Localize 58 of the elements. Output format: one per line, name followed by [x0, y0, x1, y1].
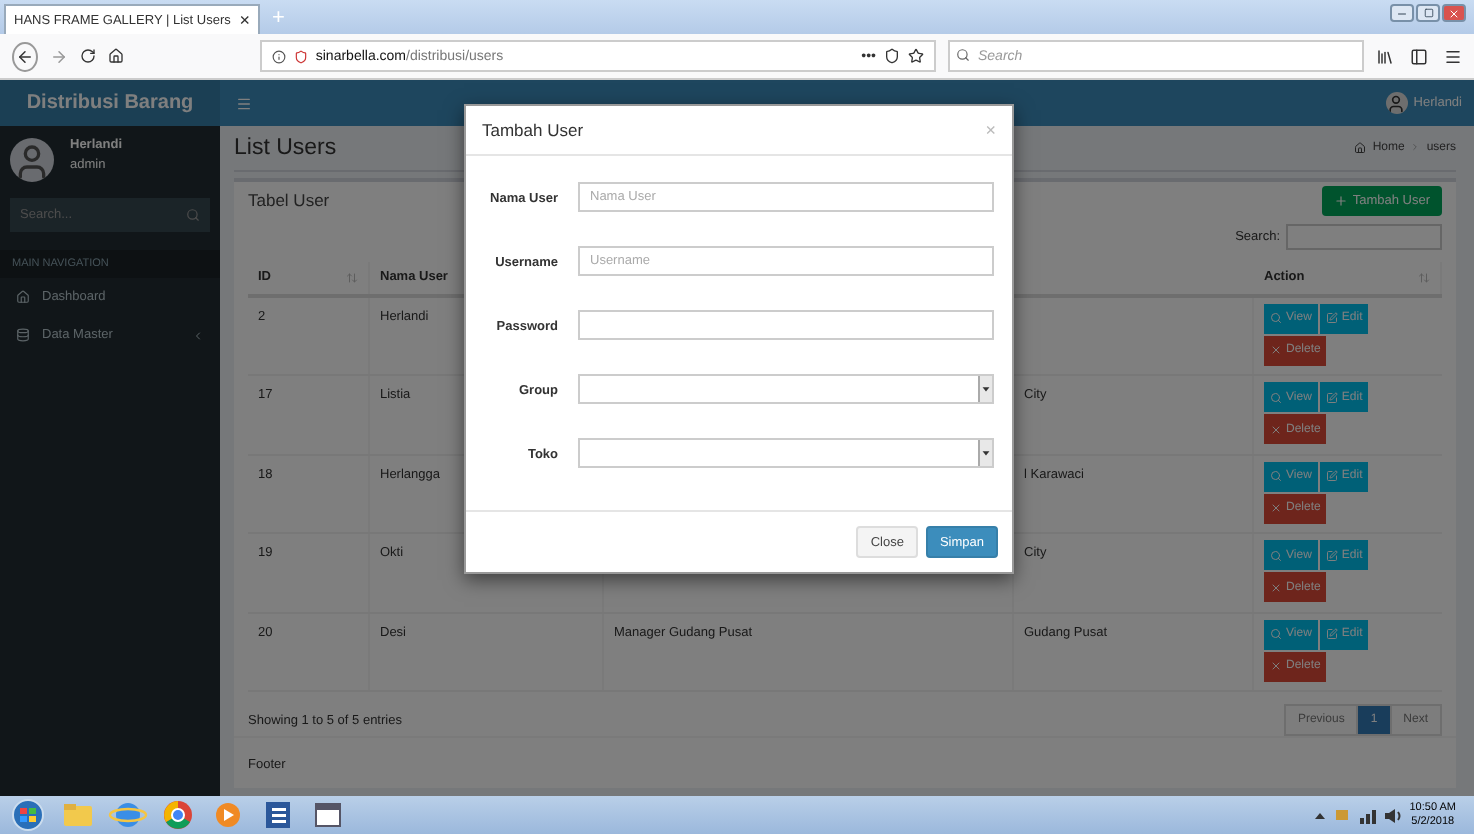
menu-icon[interactable]	[1444, 47, 1462, 65]
sort-icon	[346, 271, 358, 283]
chevron-icon	[1410, 142, 1421, 153]
start-button[interactable]	[6, 798, 50, 832]
search-icon	[1270, 470, 1282, 482]
search-icon	[956, 48, 970, 62]
maximize-button[interactable]	[1416, 4, 1440, 22]
reload-icon[interactable]	[79, 48, 96, 64]
close-icon	[1270, 581, 1282, 593]
tab-close-button[interactable]: ×	[239, 10, 250, 30]
close-icon	[1448, 7, 1460, 19]
back-button[interactable]	[12, 41, 38, 71]
modal-title: Tambah User	[482, 120, 584, 140]
close-icon	[1270, 423, 1282, 435]
volume-icon[interactable]	[1383, 807, 1402, 823]
pen-icon	[1325, 391, 1338, 403]
select-field[interactable]	[578, 438, 994, 468]
pen-icon	[1325, 549, 1338, 561]
pen-icon	[1325, 470, 1338, 482]
close-icon	[1270, 502, 1282, 514]
search-icon	[186, 208, 200, 222]
select-field[interactable]	[578, 374, 994, 404]
search-icon	[1270, 312, 1282, 324]
search-icon	[1270, 628, 1282, 640]
sidebar-icon[interactable]	[1410, 47, 1428, 65]
pen-icon	[1325, 628, 1338, 640]
sort-icon	[1418, 271, 1430, 283]
home-icon[interactable]	[107, 48, 124, 64]
page-title: List Users	[234, 135, 337, 160]
table-search-field[interactable]	[1286, 223, 1442, 249]
new-tab-button[interactable]: +	[272, 6, 285, 30]
pen-icon	[1325, 312, 1338, 324]
plus-icon	[1334, 193, 1349, 207]
avatar-icon	[10, 138, 54, 182]
triangle-icon[interactable]	[1313, 809, 1326, 821]
close-button[interactable]	[1442, 4, 1466, 22]
back-arrow-icon	[15, 47, 34, 65]
star-icon[interactable]	[908, 48, 924, 64]
close-button[interactable]: ×	[985, 120, 996, 140]
search-icon	[1270, 549, 1282, 561]
maximize-icon	[1423, 8, 1433, 18]
minimize-icon	[1396, 7, 1408, 19]
brand-title[interactable]: Distribusi Barang	[0, 80, 220, 126]
search-icon	[1270, 391, 1282, 403]
library-icon[interactable]	[1376, 47, 1394, 65]
close-icon	[1270, 660, 1282, 672]
network-icon[interactable]	[1357, 807, 1376, 823]
home-icon	[1354, 141, 1367, 154]
forward-icon[interactable]	[49, 47, 68, 65]
input-field[interactable]	[578, 310, 994, 340]
minimize-button[interactable]	[1390, 4, 1414, 22]
card-title: Tabel User	[248, 190, 330, 210]
avatar-icon	[1385, 92, 1408, 114]
database-icon	[16, 328, 30, 342]
home-icon	[16, 290, 30, 304]
info-icon[interactable]	[271, 49, 286, 63]
close-icon	[1270, 344, 1282, 356]
shield-icon[interactable]	[884, 48, 900, 64]
